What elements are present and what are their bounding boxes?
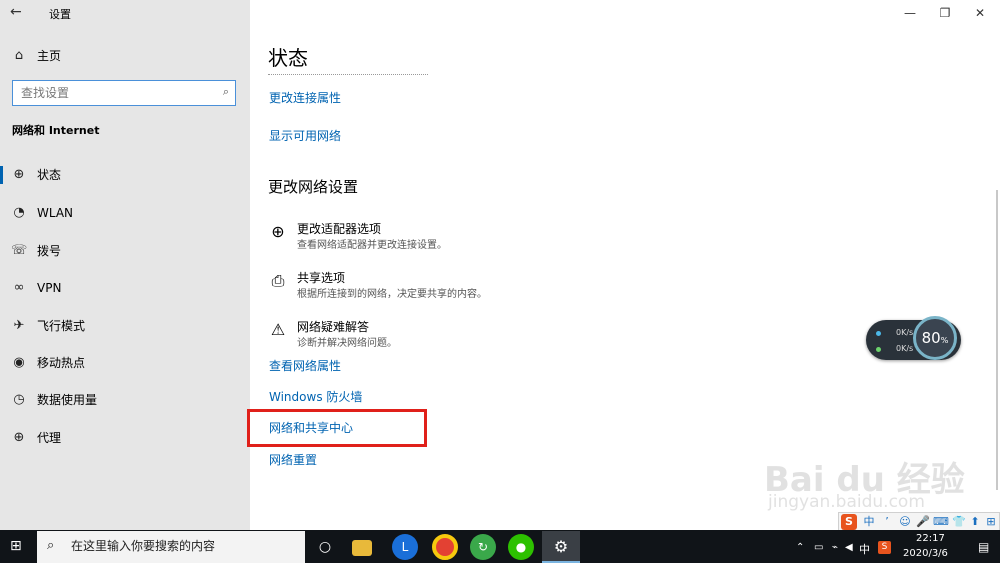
wifi-icon: ◔ — [13, 205, 25, 220]
sidebar-item-label: 状态 — [37, 168, 62, 182]
download-speed: 0K/s — [896, 344, 914, 353]
adapter-icon: ⊕ — [271, 222, 285, 241]
home-icon: ⌂ — [14, 48, 24, 63]
settings-icon[interactable]: ⚙ — [548, 534, 574, 560]
ime-toolbar: S 中 ʼ ☺ 🎤 ⌨ 👕 ⬆ ⊞ — [838, 512, 1000, 532]
sidebar-home-label: 主页 — [37, 49, 62, 63]
sidebar-item-label: WLAN — [37, 206, 74, 220]
sidebar-item-label: 拨号 — [37, 244, 62, 258]
sidebar-item-dialup[interactable]: ☏ 拨号 — [0, 234, 250, 268]
restore-icon[interactable]: ❐ — [935, 4, 955, 22]
scrollbar[interactable] — [996, 190, 998, 490]
download-dot-icon — [876, 347, 881, 352]
sidebar-item-proxy[interactable]: ⊕ 代理 — [0, 421, 250, 455]
network-icon[interactable]: ⌁ — [832, 542, 838, 553]
taskbar-search-input[interactable] — [69, 538, 293, 554]
option-desc: 根据所连接到的网络，决定要共享的内容。 — [297, 289, 487, 300]
option-sharing[interactable]: ⎙ 共享选项 根据所连接到的网络，决定要共享的内容。 — [268, 269, 528, 301]
proxy-globe-icon: ⊕ — [13, 430, 25, 445]
link-windows-firewall[interactable]: Windows 防火墙 — [269, 389, 362, 405]
sharing-icon: ⎙ — [271, 271, 285, 290]
option-title: 网络疑难解答 — [297, 320, 370, 334]
window-title: 设置 — [49, 8, 71, 21]
baidu-watermark: Bai du 经验 jingyan.baidu.com — [760, 452, 1000, 512]
settings-search-box[interactable]: ⌕ — [12, 80, 236, 106]
notification-icon[interactable]: ▤ — [978, 540, 989, 554]
data-usage-icon: ◷ — [13, 392, 25, 407]
option-title: 共享选项 — [297, 271, 346, 285]
highlight-box — [247, 409, 427, 447]
section-title-change-network: 更改网络设置 — [268, 178, 359, 196]
sidebar-item-hotspot[interactable]: ◉ 移动热点 — [0, 346, 250, 380]
file-explorer-icon[interactable] — [352, 540, 372, 556]
search-input[interactable] — [19, 85, 213, 101]
close-icon[interactable]: ✕ — [970, 4, 990, 22]
punctuation-icon[interactable]: ʼ — [879, 514, 895, 530]
option-title: 更改适配器选项 — [297, 222, 382, 236]
refresh-app-icon[interactable]: ↻ — [470, 534, 496, 560]
upload-speed: 0K/s — [896, 328, 914, 337]
link-view-network-properties[interactable]: 查看网络属性 — [269, 358, 341, 374]
sidebar-item-label: 移动热点 — [37, 356, 86, 370]
search-icon: ⌕ — [47, 538, 55, 553]
sidebar-section-title: 网络和 Internet — [12, 124, 100, 137]
skin-icon[interactable]: 👕 — [951, 514, 967, 530]
scroll-cut-divider — [268, 74, 428, 76]
l-app-icon[interactable]: L — [392, 534, 418, 560]
watermark-line2: jingyan.baidu.com — [768, 492, 925, 512]
link-show-available-networks[interactable]: 显示可用网络 — [269, 128, 341, 144]
settings-sidebar: ← 设置 ⌂ 主页 ⌕ 网络和 Internet ⊕ 状态 ◔ WLAN ☏ 拨… — [0, 0, 250, 530]
sidebar-item-data-usage[interactable]: ◷ 数据使用量 — [0, 383, 250, 417]
tray-sogou-icon[interactable]: S — [878, 541, 891, 554]
toolbox-icon[interactable]: ⊞ — [983, 514, 999, 530]
memory-usage-ring[interactable]: 80% — [913, 316, 957, 360]
link-network-reset[interactable]: 网络重置 — [269, 452, 317, 468]
vpn-icon: ∞ — [13, 280, 25, 295]
warning-icon: ⚠ — [270, 320, 286, 339]
active-indicator — [0, 166, 3, 184]
emoji-icon[interactable]: ☺ — [897, 514, 913, 530]
back-arrow-icon[interactable]: ← — [10, 4, 22, 20]
upload-icon[interactable]: ⬆ — [967, 514, 983, 530]
start-icon[interactable]: ⊞ — [10, 538, 22, 554]
usage-percent-suffix: % — [940, 336, 949, 345]
option-desc: 诊断并解决网络问题。 — [297, 338, 397, 349]
keyboard-icon[interactable]: ⌨ — [933, 514, 949, 530]
status-globe-icon: ⊕ — [13, 167, 25, 182]
usage-percent: 80 — [921, 329, 941, 347]
ime-lang-toggle[interactable]: 中 — [861, 514, 877, 530]
volume-icon[interactable]: ◀ — [845, 542, 853, 553]
sidebar-item-label: 飞行模式 — [37, 319, 86, 333]
link-change-connection-properties[interactable]: 更改连接属性 — [269, 90, 341, 106]
option-troubleshoot[interactable]: ⚠ 网络疑难解答 诊断并解决网络问题。 — [268, 318, 528, 350]
sidebar-item-wlan[interactable]: ◔ WLAN — [0, 196, 250, 230]
sidebar-item-label: 代理 — [37, 431, 62, 445]
option-adapter[interactable]: ⊕ 更改适配器选项 查看网络适配器并更改连接设置。 — [268, 220, 528, 252]
page-title: 状态 — [268, 46, 308, 70]
dialup-icon: ☏ — [11, 243, 28, 258]
option-desc: 查看网络适配器并更改连接设置。 — [297, 240, 447, 251]
battery-icon[interactable]: ▭ — [814, 542, 823, 553]
sidebar-item-status[interactable]: ⊕ 状态 — [0, 158, 250, 192]
sidebar-item-vpn[interactable]: ∞ VPN — [0, 271, 250, 305]
taskbar-search-box[interactable]: ⌕ — [37, 531, 305, 563]
clock-date[interactable]: 2020/3/6 — [903, 548, 948, 559]
clock-time[interactable]: 22:17 — [916, 533, 945, 544]
voice-icon[interactable]: 🎤 — [915, 514, 931, 530]
upload-dot-icon — [876, 331, 881, 336]
cortana-icon[interactable]: ○ — [312, 534, 338, 560]
tray-ime-lang[interactable]: 中 — [859, 541, 870, 557]
sidebar-item-label: VPN — [37, 281, 62, 295]
hotspot-icon: ◉ — [13, 355, 25, 370]
sidebar-home[interactable]: ⌂ 主页 — [0, 39, 250, 73]
minimize-icon[interactable]: — — [900, 4, 920, 22]
search-icon[interactable]: ⌕ — [223, 85, 229, 99]
tray-chevron-icon[interactable]: ⌃ — [796, 542, 804, 553]
sidebar-item-label: 数据使用量 — [37, 393, 98, 407]
sogou-logo-icon[interactable]: S — [841, 514, 857, 530]
airplane-icon: ✈ — [13, 318, 25, 333]
sidebar-item-airplane[interactable]: ✈ 飞行模式 — [0, 309, 250, 343]
chrome-icon[interactable] — [432, 534, 458, 560]
wechat-icon[interactable]: ● — [508, 534, 534, 560]
